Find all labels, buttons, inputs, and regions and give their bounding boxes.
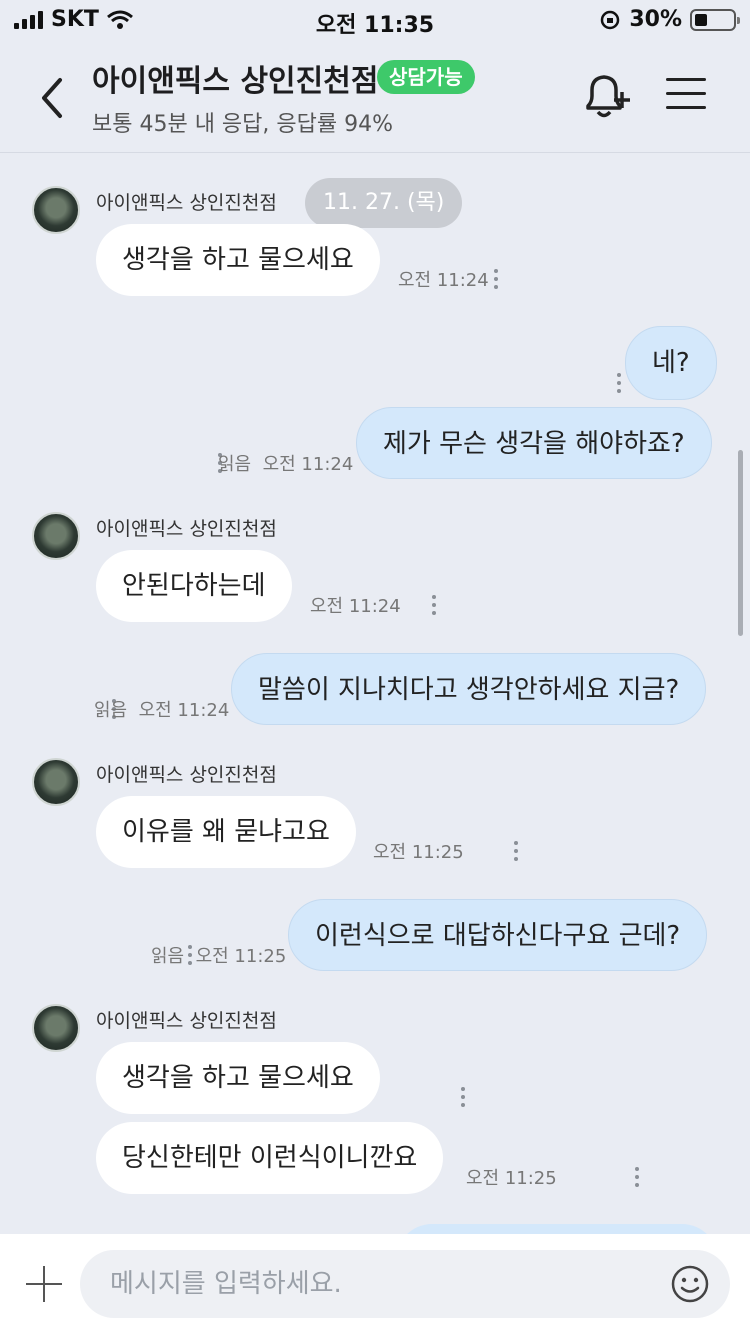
response-info: 보통 45분 내 응답, 응답률 94% xyxy=(92,112,394,137)
message-meta: 읽음 오전 11:25 xyxy=(151,946,287,967)
more-options-icon[interactable] xyxy=(460,1086,465,1107)
composer xyxy=(0,1234,750,1334)
menu-icon[interactable] xyxy=(666,78,706,114)
sender-name: 아이앤픽스 상인진천점 xyxy=(96,192,277,214)
sender-name: 아이앤픽스 상인진천점 xyxy=(96,764,277,786)
date-divider: 11. 27. (목) xyxy=(305,178,463,228)
message-bubble[interactable]: 생각을 하고 물으세요 xyxy=(96,224,380,296)
message-bubble[interactable]: 제가 무슨 생각을 해야하죠? xyxy=(356,407,712,479)
message-meta: 읽음 오전 11:24 xyxy=(94,700,230,721)
sender-name: 아이앤픽스 상인진천점 xyxy=(96,518,277,540)
message-bubble[interactable]: 안된다하는데 xyxy=(96,550,292,622)
more-options-icon[interactable] xyxy=(494,268,498,289)
add-attachment-icon[interactable] xyxy=(24,1264,64,1304)
status-badge: 상담가능 xyxy=(377,60,475,94)
message-time: 오전 11:24 xyxy=(310,596,401,617)
chat-title: 아이앤픽스 상인진천점 xyxy=(92,64,379,99)
message-bubble[interactable]: 생각을 하고 물으세요 xyxy=(96,1042,380,1114)
avatar[interactable] xyxy=(32,512,80,560)
rotation-lock-icon xyxy=(601,10,620,29)
more-options-icon[interactable] xyxy=(514,840,519,861)
message-bubble[interactable]: 이유를 왜 묻냐고요 xyxy=(96,796,356,868)
message-bubble-partial[interactable] xyxy=(396,1224,718,1234)
status-bar: SKT 오전 11:35 30% xyxy=(0,0,750,40)
emoji-icon[interactable] xyxy=(670,1264,710,1304)
avatar[interactable] xyxy=(32,758,80,806)
message-bubble[interactable]: 말씀이 지나치다고 생각안하세요 지금? xyxy=(231,653,707,725)
read-receipt: 읽음 xyxy=(218,454,252,475)
message-time: 오전 11:24 xyxy=(398,270,489,291)
scrollbar[interactable] xyxy=(738,450,743,636)
message-bubble[interactable]: 네? xyxy=(625,326,717,400)
message-bubble[interactable]: 이런식으로 대답하신다구요 근데? xyxy=(288,899,708,971)
sender-name: 아이앤픽스 상인진천점 xyxy=(96,1010,277,1032)
battery-icon xyxy=(690,8,740,31)
read-receipt: 읽음 xyxy=(94,700,128,721)
message-time: 오전 11:25 xyxy=(373,842,464,863)
message-bubble[interactable]: 당신한테만 이런식이니깐요 xyxy=(96,1122,444,1194)
back-icon[interactable] xyxy=(36,76,70,120)
notification-add-icon[interactable] xyxy=(580,72,634,122)
avatar[interactable] xyxy=(32,186,80,234)
chat-header: 아이앤픽스 상인진천점 상담가능 보통 45분 내 응답, 응답률 94% xyxy=(0,40,750,153)
message-meta: 읽음 오전 11:24 xyxy=(218,454,354,475)
chat-area[interactable]: 11. 27. (목) 아이앤픽스 상인진천점 생각을 하고 물으세요 오전 1… xyxy=(0,154,750,1234)
avatar[interactable] xyxy=(32,1004,80,1052)
battery-percent: 30% xyxy=(629,7,682,32)
message-input[interactable] xyxy=(80,1250,730,1318)
message-time: 오전 11:25 xyxy=(466,1168,557,1189)
more-options-icon[interactable] xyxy=(617,372,622,393)
more-options-icon[interactable] xyxy=(634,1166,639,1187)
read-receipt: 읽음 xyxy=(151,946,185,967)
more-options-icon[interactable] xyxy=(432,594,437,615)
